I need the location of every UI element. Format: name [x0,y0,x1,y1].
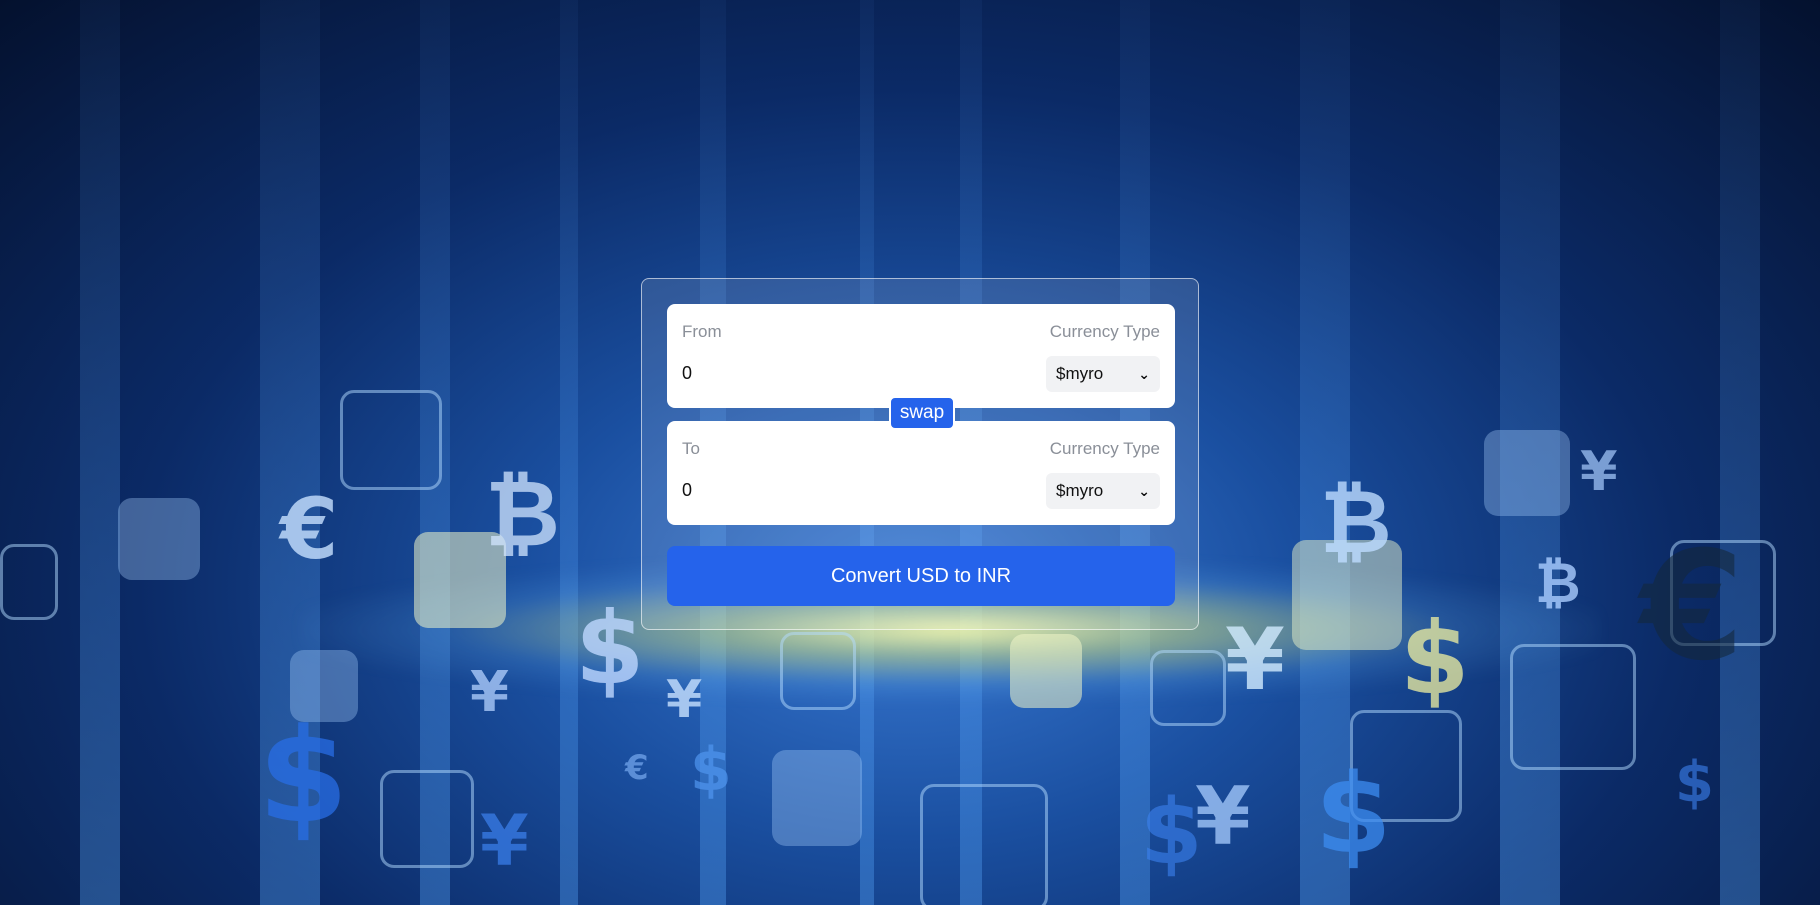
yen-symbol-icon: ¥ [666,670,703,730]
dollar-symbol-icon: $ [1675,750,1714,815]
chevron-down-icon: ⌄ [1138,482,1150,499]
euro-symbol-icon: € [280,480,339,578]
swap-button[interactable]: swap [889,396,955,430]
yen-symbol-icon: ¥ [480,800,529,882]
yen-symbol-icon: ¥ [1195,770,1251,863]
bitcoin-symbol-icon: ₿ [1320,470,1392,573]
from-section: From Currency Type $myro ⌄ [667,304,1175,408]
yen-symbol-icon: ¥ [470,660,509,725]
from-currency-type-label: Currency Type [1049,322,1160,341]
converter-panel: From Currency Type $myro ⌄ To Currency T… [641,278,1199,630]
dollar-symbol-icon: $ [575,590,645,707]
to-section: To Currency Type $myro ⌄ [667,421,1175,525]
yen-symbol-icon: ¥ [1580,440,1618,503]
to-currency-type-label: Currency Type [1049,439,1160,458]
from-currency-value: $myro [1056,364,1104,383]
from-amount-input[interactable] [682,356,1012,390]
dollar-symbol-icon: $ [258,700,349,852]
convert-button[interactable]: Convert USD to INR [667,546,1175,606]
to-currency-value: $myro [1056,481,1104,500]
bitcoin-symbol-icon: ₿ [485,460,560,567]
yen-symbol-icon: ¥ [1225,610,1285,710]
chevron-down-icon: ⌄ [1138,365,1150,382]
dollar-symbol-icon: $ [1400,600,1470,717]
to-label: To [682,439,700,458]
bitcoin-symbol-icon: ₿ [1535,551,1581,616]
from-currency-select[interactable]: $myro ⌄ [1046,356,1160,392]
dollar-symbol-icon: $ [1315,750,1392,878]
from-label: From [682,322,722,341]
to-amount-input[interactable] [682,473,1012,507]
euro-symbol-icon: € [625,748,649,788]
euro-symbol-icon: € [1640,520,1745,694]
dollar-symbol-icon: $ [690,735,732,805]
to-currency-select[interactable]: $myro ⌄ [1046,473,1160,509]
dollar-symbol-icon: $ [1140,780,1203,885]
